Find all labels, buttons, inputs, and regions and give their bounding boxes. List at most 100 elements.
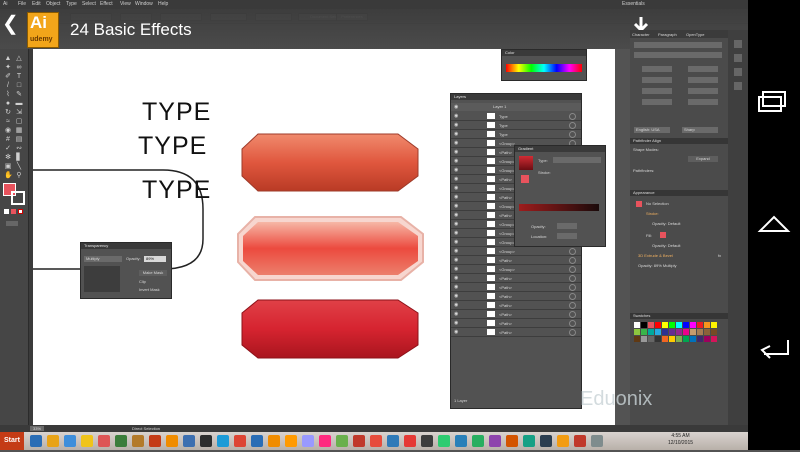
opacity-field[interactable]: 89% <box>144 256 166 262</box>
target-icon[interactable] <box>569 284 576 291</box>
taskbar-app-icon[interactable] <box>506 435 518 447</box>
swatch[interactable] <box>634 329 640 335</box>
home-icon[interactable] <box>757 215 791 232</box>
target-icon[interactable] <box>569 302 576 309</box>
layer-row-label[interactable]: <Path> <box>499 276 512 281</box>
layer-row-label[interactable]: <Group> <box>499 186 515 191</box>
taskbar-app-icon[interactable] <box>64 435 76 447</box>
layer-row-label[interactable]: <Path> <box>499 177 512 182</box>
swatch[interactable] <box>641 336 647 342</box>
taskbar-app-icon[interactable] <box>132 435 144 447</box>
shape-builder-tool-icon[interactable]: ◉ <box>4 127 12 134</box>
gradient-slider[interactable] <box>519 204 599 211</box>
taskbar-app-icon[interactable] <box>336 435 348 447</box>
layers-panel-title[interactable]: Layers <box>451 94 581 100</box>
swatch[interactable] <box>669 322 675 328</box>
menu-item-select[interactable]: Select <box>82 1 96 7</box>
zoom-tool-icon[interactable]: ⚲ <box>15 172 23 179</box>
layer-row-label[interactable]: <Group> <box>499 204 515 209</box>
pathfinder-header[interactable]: Pathfinder Align <box>630 138 728 144</box>
rotation-field[interactable] <box>688 99 718 105</box>
layer-row[interactable]: ◉ <Path> <box>451 328 581 337</box>
vertical-scale-field[interactable] <box>642 88 672 94</box>
layer-row-label[interactable]: <Group> <box>499 141 515 146</box>
taskbar-app-icon[interactable] <box>404 435 416 447</box>
taskbar-app-icon[interactable] <box>285 435 297 447</box>
swatch[interactable] <box>669 336 675 342</box>
eye-icon[interactable]: ◉ <box>454 284 458 290</box>
menu-item-view[interactable]: View <box>120 1 131 7</box>
appearance-opacity-default[interactable]: Opacity: Default <box>652 221 680 226</box>
eye-icon[interactable]: ◉ <box>454 275 458 281</box>
swatch[interactable] <box>697 329 703 335</box>
menu-item-help[interactable]: Help <box>158 1 168 7</box>
eye-icon[interactable]: ◉ <box>454 203 458 209</box>
eye-icon[interactable]: ◉ <box>454 212 458 218</box>
free-transform-tool-icon[interactable]: ▢ <box>15 118 23 125</box>
stroke-swatch[interactable] <box>11 191 25 205</box>
layer-row[interactable]: ◉ Type <box>451 112 581 121</box>
eye-icon[interactable]: ◉ <box>454 194 458 200</box>
draw-mode-icon[interactable] <box>6 221 18 226</box>
baseline-shift-field[interactable] <box>642 99 672 105</box>
tracking-field[interactable] <box>688 77 718 83</box>
appearance-3d-effect[interactable]: 3D Extrude & Bevel <box>638 253 673 258</box>
layer-name[interactable]: Layer 1 <box>493 104 506 109</box>
eye-icon[interactable]: ◉ <box>454 104 458 110</box>
type-text-1[interactable]: TYPE <box>142 99 211 125</box>
taskbar-app-icon[interactable] <box>591 435 603 447</box>
target-icon[interactable] <box>569 311 576 318</box>
taskbar-app-icon[interactable] <box>200 435 212 447</box>
slice-tool-icon[interactable]: ╲ <box>15 163 23 170</box>
tab-paragraph[interactable]: Paragraph <box>658 32 677 37</box>
menu-item-file[interactable]: File <box>18 1 26 7</box>
gradient-panel-title[interactable]: Gradient <box>515 146 605 152</box>
eye-icon[interactable]: ◉ <box>454 158 458 164</box>
taskbar-app-icon[interactable] <box>455 435 467 447</box>
taskbar-app-icon[interactable] <box>47 435 59 447</box>
layer-row-label[interactable]: <Group> <box>499 231 515 236</box>
layer-row-label[interactable]: <Group> <box>499 249 515 254</box>
eye-icon[interactable]: ◉ <box>454 122 458 128</box>
target-icon[interactable] <box>569 320 576 327</box>
mask-thumbnail[interactable] <box>84 266 120 292</box>
gradient-mode-icon[interactable] <box>11 209 16 214</box>
taskbar-app-icon[interactable] <box>523 435 535 447</box>
layer-row-label[interactable]: <Group> <box>499 168 515 173</box>
artboard-tool-icon[interactable]: ▣ <box>4 163 12 170</box>
swatch[interactable] <box>690 336 696 342</box>
layer-row[interactable]: ◉ <Group> <box>451 265 581 274</box>
swatch[interactable] <box>634 322 640 328</box>
layer-row[interactable]: ◉ Type <box>451 130 581 139</box>
layer-row-label[interactable]: Type <box>499 114 508 119</box>
layer-row[interactable]: ◉ <Path> <box>451 319 581 328</box>
align-tab[interactable]: Align <box>652 138 661 143</box>
start-button[interactable]: Start <box>0 432 24 450</box>
eraser-tool-icon[interactable]: ▬ <box>15 100 23 107</box>
button-shape-bottom[interactable] <box>241 299 419 359</box>
layer-row-label[interactable]: Type <box>499 123 508 128</box>
eye-icon[interactable]: ◉ <box>454 131 458 137</box>
target-icon[interactable] <box>569 275 576 282</box>
layer-row[interactable]: ◉ Type <box>451 121 581 130</box>
fx-icon[interactable]: fx <box>718 253 721 258</box>
swatch[interactable] <box>676 336 682 342</box>
workspace-switcher[interactable]: Essentials <box>622 1 645 7</box>
layer-row-main[interactable]: ◉ Layer 1 <box>451 103 581 111</box>
button-shape-top[interactable] <box>241 133 419 192</box>
panel-icon-4[interactable] <box>734 82 742 90</box>
swatch[interactable] <box>697 322 703 328</box>
gradient-tool-icon[interactable]: ▤ <box>15 136 23 143</box>
taskbar-app-icon[interactable] <box>387 435 399 447</box>
eye-icon[interactable]: ◉ <box>454 320 458 326</box>
taskbar-app-icon[interactable] <box>472 435 484 447</box>
panel-icon-1[interactable] <box>734 40 742 48</box>
swatch[interactable] <box>641 322 647 328</box>
panel-icon-2[interactable] <box>734 54 742 62</box>
swatch[interactable] <box>648 336 654 342</box>
color-panel-title[interactable]: Color <box>502 50 586 56</box>
menu-item-object[interactable]: Object <box>46 1 60 7</box>
eye-icon[interactable]: ◉ <box>454 113 458 119</box>
layer-row[interactable]: ◉ <Path> <box>451 274 581 283</box>
layer-row[interactable]: ◉ <Path> <box>451 310 581 319</box>
